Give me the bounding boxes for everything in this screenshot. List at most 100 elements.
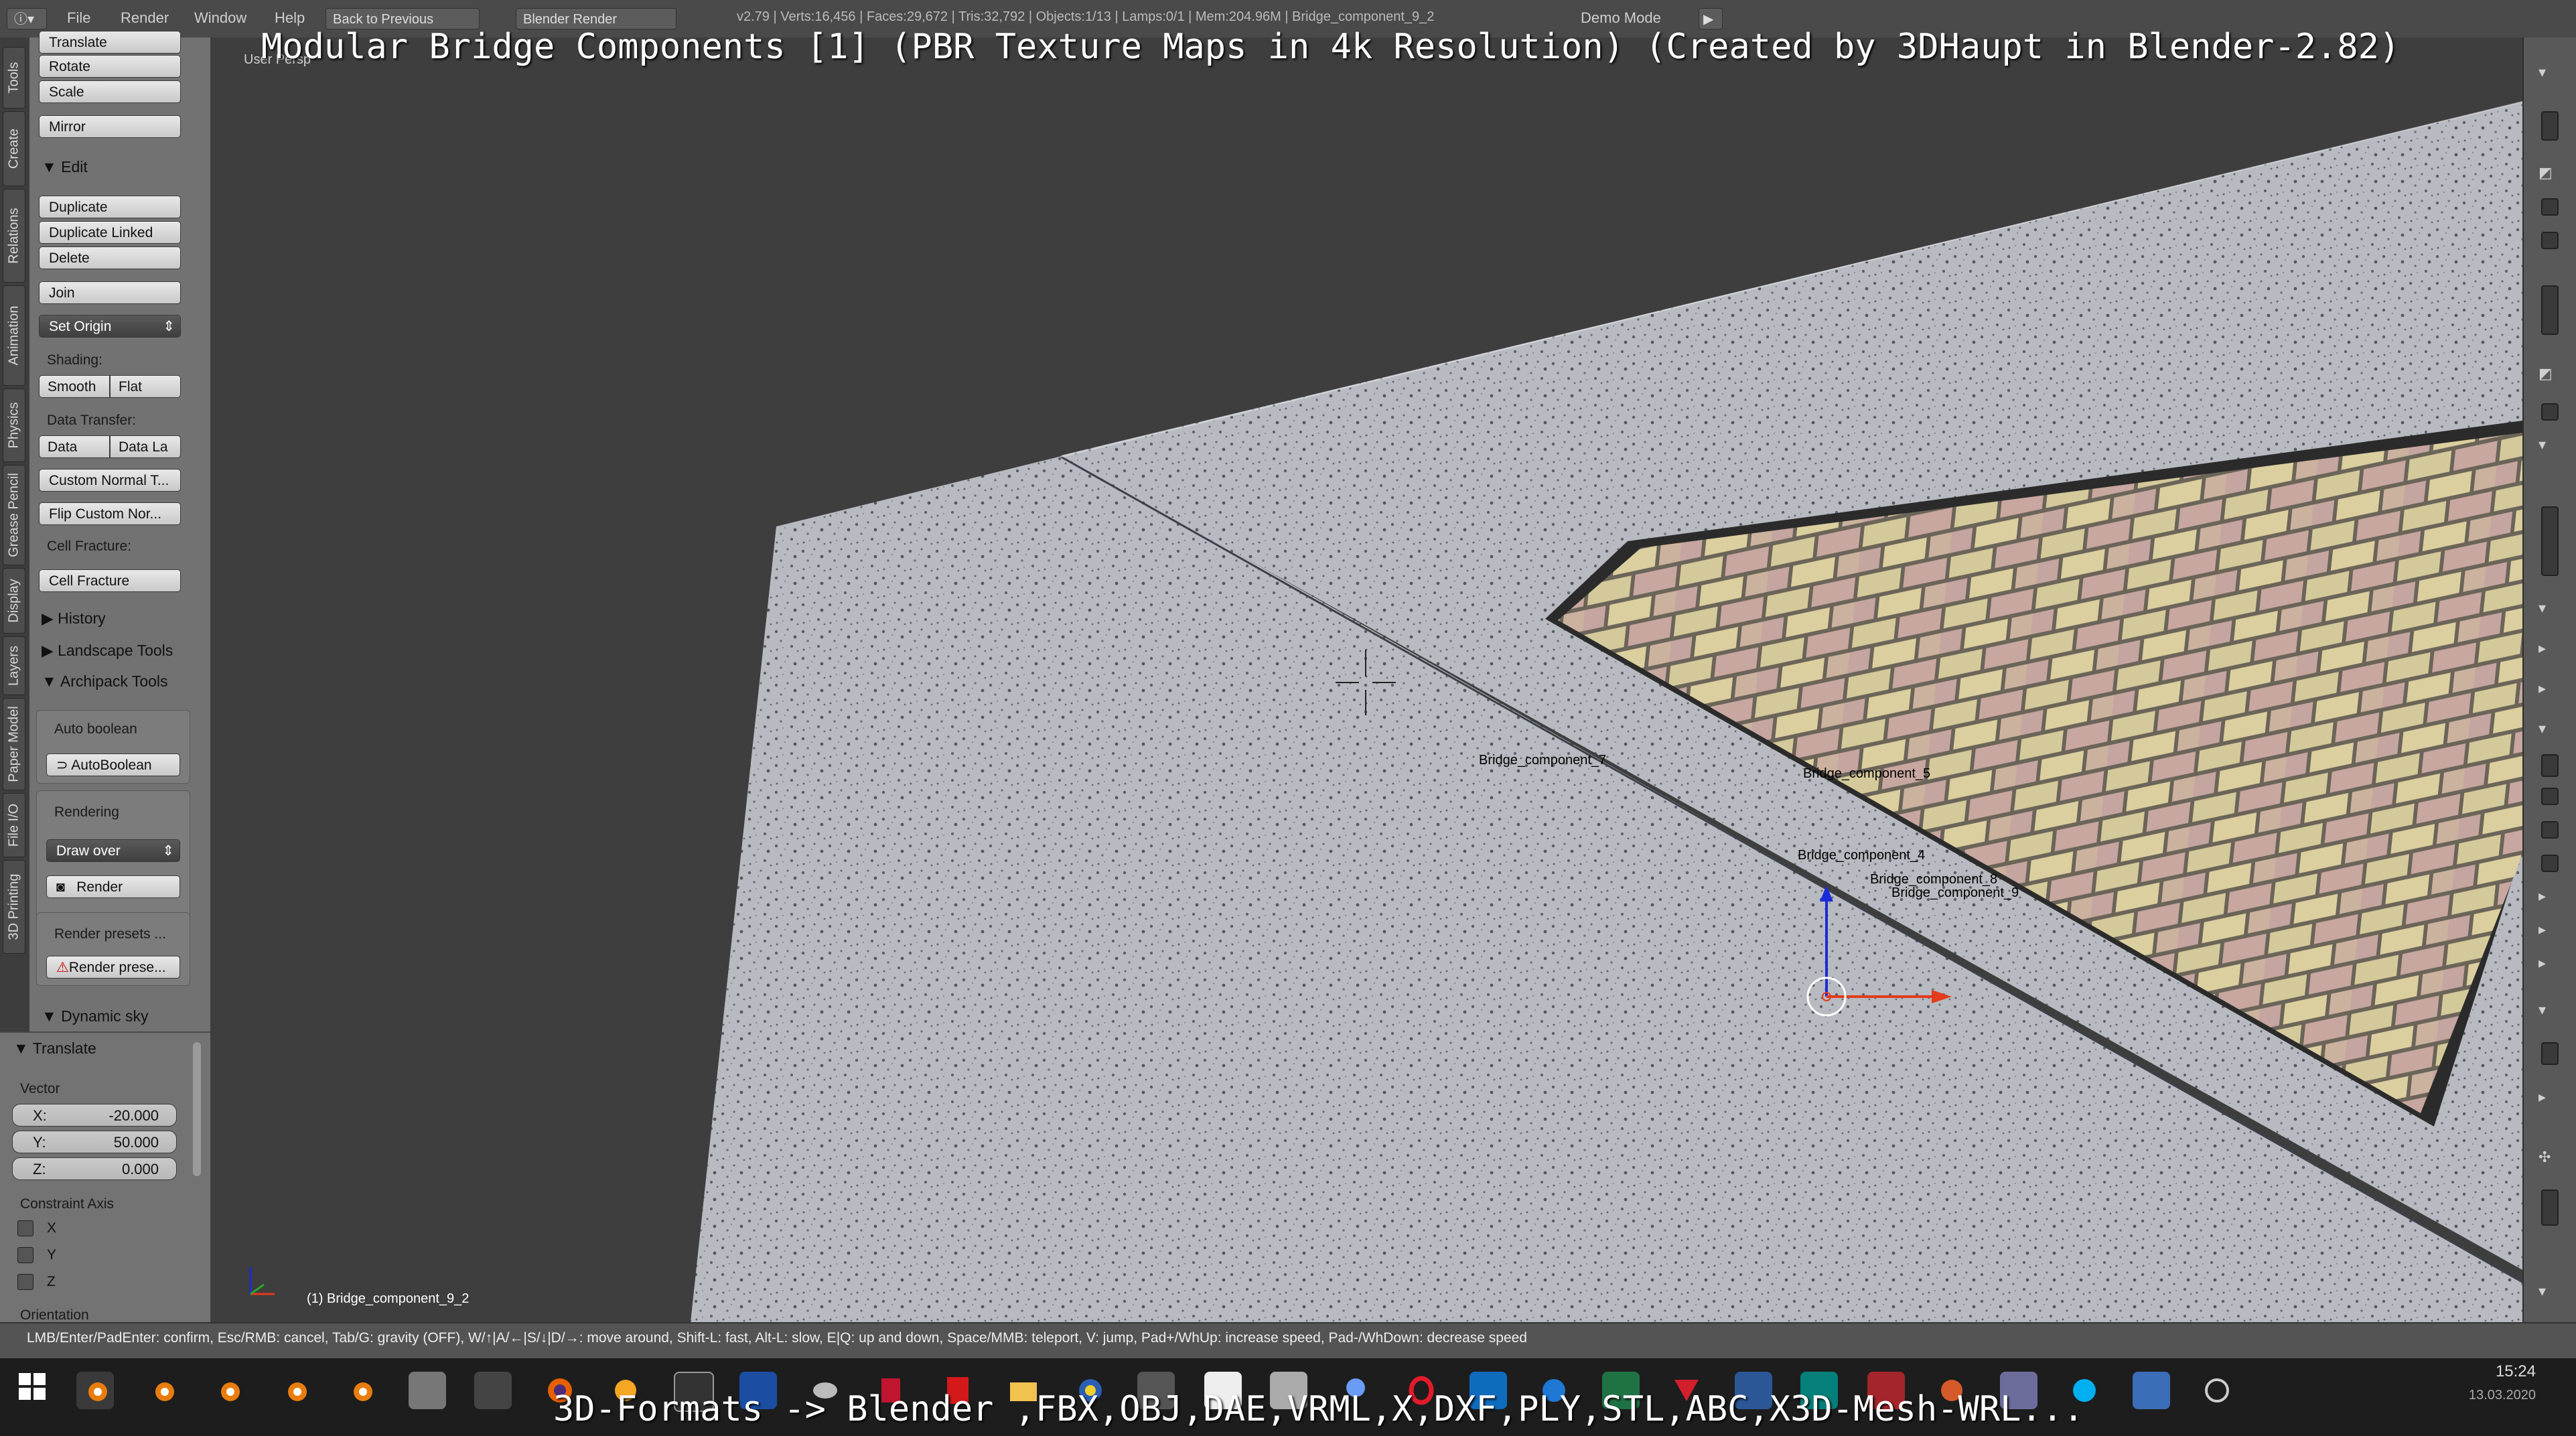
menu-window[interactable]: Window [194,9,246,27]
scrollbar-handle[interactable] [2541,285,2559,335]
vector-y-field[interactable]: Y: 50.000 [12,1131,177,1153]
toggle-icon[interactable] [2541,403,2559,421]
translate-button[interactable]: Translate [39,31,181,54]
render-button[interactable]: ◙ Render [46,875,180,898]
constraint-x-checkbox[interactable]: X [17,1220,56,1237]
chevron-down-icon[interactable]: ▾ [2538,437,2546,453]
windows-start-icon[interactable] [19,1373,46,1400]
data-transfer-label: Data Transfer: [47,413,137,428]
cell-fracture-button[interactable]: Cell Fracture [39,569,181,592]
scrollbar-handle[interactable] [2541,1190,2559,1226]
constraint-z-checkbox[interactable]: Z [17,1274,56,1291]
mirror-button[interactable]: Mirror [39,115,181,138]
blender-app-icon[interactable] [209,1372,246,1409]
constraint-y-checkbox[interactable]: Y [17,1247,56,1264]
tab-paper-model[interactable]: Paper Model [3,698,25,790]
join-button[interactable]: Join [39,281,181,304]
chevron-right-icon[interactable]: ▸ [2538,1089,2546,1106]
render-presets-button[interactable]: ⚠Render prese... [46,956,180,979]
object-label: Bridge_component_7 [1479,753,1607,768]
tab-create[interactable]: Create [3,111,25,186]
chevron-right-icon[interactable]: ▸ [2538,922,2546,938]
data-layers-button[interactable]: Data La [110,435,181,458]
menu-help[interactable]: Help [275,9,305,27]
history-panel-header[interactable]: ▶ History [42,609,106,628]
archipack-tools-panel-header[interactable]: ▼ Archipack Tools [42,672,168,691]
scrollbar-handle[interactable] [2541,506,2559,576]
chevron-down-icon[interactable]: ▾ [2538,721,2546,737]
zoom-icon[interactable]: ✣ [2538,1149,2551,1166]
tab-grease-pencil[interactable]: Grease Pencil [3,465,25,565]
app-icon[interactable] [2133,1372,2170,1409]
smooth-button[interactable]: Smooth [39,375,110,398]
tab-relations[interactable]: Relations [3,189,25,283]
video-formats-overlay: 3D-Formats -> Blender ,FBX,OBJ,DAE,VRML,… [553,1389,2084,1429]
duplicate-linked-button[interactable]: Duplicate Linked [39,221,181,244]
menu-render[interactable]: Render [121,9,169,27]
editor-type-button[interactable]: ⓘ▾ [7,8,47,29]
toggle-icon[interactable] [2541,232,2559,249]
set-origin-dropdown[interactable]: Set Origin ⇕ [39,315,181,338]
data-button[interactable]: Data [39,435,110,458]
toggle-icon[interactable] [2541,754,2559,777]
operator-scrollbar[interactable] [193,1042,201,1176]
tab-tools[interactable]: Tools [3,47,25,109]
custom-normal-button[interactable]: Custom Normal T... [39,469,181,492]
vector-z-field[interactable]: Z: 0.000 [12,1157,177,1180]
tab-animation[interactable]: Animation [3,285,25,386]
app-icon[interactable] [409,1372,446,1409]
collapse-arrow-icon[interactable]: ▾ [2538,64,2546,81]
toggle-icon[interactable] [2541,788,2559,805]
blender-app-icon[interactable] [276,1372,313,1409]
chevron-down-icon[interactable]: ▾ [2538,1283,2546,1300]
edit-panel-header[interactable]: ▼ Edit [42,158,88,176]
chevron-right-icon[interactable]: ▸ [2538,680,2546,697]
tab-3d-printing[interactable]: 3D Printing [3,860,25,954]
dynamic-sky-panel-header[interactable]: ▼ Dynamic sky [42,1007,149,1025]
chevron-right-icon[interactable]: ▸ [2538,888,2546,905]
scrollbar-handle[interactable] [2541,111,2559,141]
toggle-icon[interactable] [2541,821,2559,839]
blender-app-icon[interactable] [143,1372,181,1409]
flat-button[interactable]: Flat [110,375,181,398]
viewport-scene [249,101,2522,1322]
app-icon[interactable] [2198,1372,2236,1409]
menu-file[interactable]: File [67,9,90,27]
delete-button[interactable]: Delete [39,246,181,269]
toggle-icon[interactable] [2541,198,2559,216]
tab-layers[interactable]: Layers [3,636,25,695]
duplicate-button[interactable]: Duplicate [39,196,181,218]
vector-label: Vector [20,1081,60,1096]
chevron-right-icon[interactable]: ▸ [2538,955,2546,972]
object-label: Bridge_component_9 [1891,885,2019,900]
taskbar-clock[interactable]: 15:24 13.03.2020 [2469,1362,2536,1403]
scene-stats: v2.79 | Verts:16,456 | Faces:29,672 | Tr… [737,9,1435,24]
tab-display[interactable]: Display [3,568,25,634]
vector-x-field[interactable]: X: -20.000 [12,1104,177,1127]
landscape-tools-panel-header[interactable]: ▶ Landscape Tools [42,642,173,660]
autoboolean-button[interactable]: ⊃ AutoBoolean [46,753,180,776]
blender-app-icon[interactable] [76,1372,114,1409]
status-hint-text: LMB/Enter/PadEnter: confirm, Esc/RMB: ca… [27,1330,1527,1346]
flip-custom-normals-button[interactable]: Flip Custom Nor... [39,502,181,525]
app-icon[interactable] [474,1372,512,1409]
shading-label: Shading: [47,352,102,368]
scale-button[interactable]: Scale [39,80,181,103]
draw-over-dropdown[interactable]: Draw over ⇕ [46,839,180,862]
cube-icon[interactable]: ◩ [2538,366,2553,382]
tab-physics[interactable]: Physics [3,388,25,462]
chevron-right-icon[interactable]: ▸ [2538,640,2546,657]
active-object-label: (1) Bridge_component_9_2 [307,1291,470,1306]
video-title-overlay: Modular Bridge Components [1] (PBR Textu… [261,27,2401,67]
chevron-down-icon[interactable]: ▾ [2538,1002,2546,1019]
properties-strip: ▾ ◩ ◩ ▾ ▾ ▸ ▸ ▾ ▸ ▸ ▸ ▾ ▸ ✣ ▾ [2522,38,2576,1322]
3d-viewport[interactable]: User Persp Bridge_component_7 Bridge_com… [210,38,2522,1322]
chevron-down-icon[interactable]: ▾ [2538,600,2546,617]
toggle-icon[interactable] [2541,855,2559,872]
rotate-button[interactable]: Rotate [39,55,181,78]
cube-icon[interactable]: ◩ [2538,165,2553,182]
blender-app-icon[interactable] [342,1372,379,1409]
operator-header[interactable]: ▼ Translate [13,1039,96,1058]
tab-file-io[interactable]: File I/O [3,793,25,857]
toggle-icon[interactable] [2541,1042,2559,1065]
